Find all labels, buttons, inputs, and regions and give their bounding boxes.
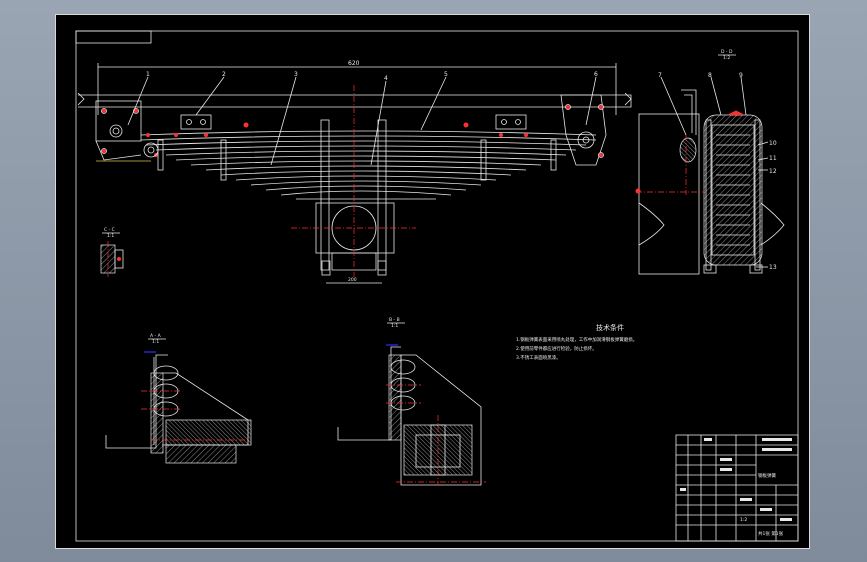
leaf-spring-front-view: 620 200 [77, 60, 632, 284]
note-3: 3.不锈工表面喷黑漆。 [516, 354, 561, 361]
overall-length-dim: 620 [348, 60, 360, 67]
svg-text:1: 1 [146, 71, 150, 78]
frame-code-box [75, 30, 152, 44]
svg-text:10: 10 [769, 140, 777, 147]
title-block-name: 钢板弹簧 [758, 472, 776, 479]
title-block: 钢板弹簧 1:2 共1张 第1张 [675, 434, 799, 542]
title-block-scale: 1:2 [740, 517, 747, 523]
drawing-sheet: 620 200 1 2 3 4 5 6 D - D 1:2 7 8 9 10 1… [55, 14, 810, 549]
svg-text:1:2: 1:2 [723, 55, 730, 61]
section-d-d: D - D 1:2 [635, 49, 785, 275]
svg-text:12: 12 [769, 168, 777, 175]
svg-text:1:1: 1:1 [107, 233, 114, 239]
svg-text:5: 5 [444, 71, 448, 78]
svg-text:3: 3 [294, 71, 298, 78]
technical-notes: 技术条件 1.钢板弹簧表面采用喷丸处理，工作中加润滑钢板弹簧磨损。 2.使用前零… [516, 323, 637, 361]
svg-text:11: 11 [769, 155, 777, 162]
svg-text:1:1: 1:1 [152, 339, 159, 345]
svg-text:1:1: 1:1 [391, 323, 398, 329]
svg-text:D - D: D - D [721, 49, 733, 55]
section-c-c: C - C 1:1 [100, 227, 124, 277]
note-1: 1.钢板弹簧表面采用喷丸处理，工作中加润滑钢板弹簧磨损。 [516, 336, 637, 343]
svg-text:B - B: B - B [389, 317, 400, 323]
clamp-width-dim: 200 [348, 277, 357, 283]
svg-text:2: 2 [222, 71, 226, 78]
notes-title: 技术条件 [596, 323, 624, 332]
note-2: 2.使用前零件都应进行检验，防止损坏。 [516, 345, 597, 352]
svg-text:6: 6 [594, 71, 598, 78]
svg-text:A - A: A - A [150, 333, 162, 339]
svg-text:C - C: C - C [104, 227, 115, 233]
title-block-sheet: 共1张 第1张 [758, 530, 784, 537]
svg-text:8: 8 [708, 72, 712, 79]
svg-text:4: 4 [384, 75, 388, 82]
part-labels-main: 1 2 3 4 5 6 [146, 71, 598, 82]
cad-drawing: 620 200 1 2 3 4 5 6 D - D 1:2 7 8 9 10 1… [75, 30, 799, 542]
section-b-b: B - B 1:1 [337, 317, 486, 486]
svg-text:9: 9 [739, 72, 743, 79]
section-a-a: A - A 1:1 [105, 333, 252, 464]
svg-text:13: 13 [769, 264, 777, 271]
svg-text:7: 7 [658, 72, 662, 79]
